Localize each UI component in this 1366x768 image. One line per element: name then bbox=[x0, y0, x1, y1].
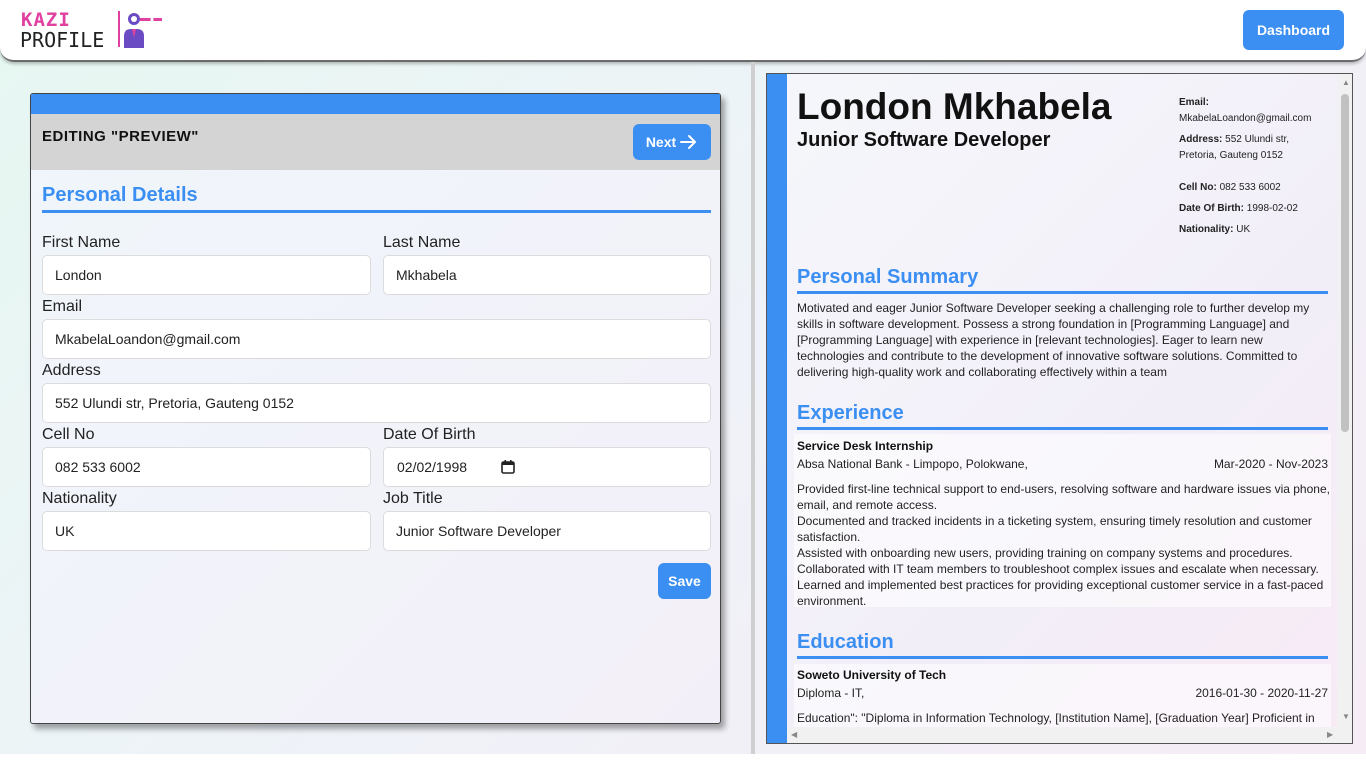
preview-dob-value: 1998-02-02 bbox=[1246, 203, 1298, 214]
arrow-right-icon bbox=[680, 135, 697, 149]
preview-nationality-value: UK bbox=[1236, 224, 1251, 235]
education-description: Education": "Diploma in Information Tech… bbox=[797, 711, 1315, 725]
scroll-up-icon[interactable]: ▲ bbox=[1342, 78, 1350, 87]
last-name-label: Last Name bbox=[383, 234, 461, 251]
address-label: Address bbox=[42, 362, 101, 379]
education-qualification: Diploma - IT, bbox=[797, 686, 865, 700]
experience-bullet: Collaborated with IT team members to tro… bbox=[797, 562, 1319, 576]
experience-bullet: Documented and tracked incidents in a ti… bbox=[797, 514, 1312, 544]
horizontal-scrollbar[interactable] bbox=[787, 727, 1337, 743]
address-input[interactable] bbox=[42, 383, 711, 423]
job-title-input[interactable] bbox=[383, 511, 711, 551]
preview-email-label: Email: bbox=[1179, 97, 1210, 108]
experience-bullet: Learned and implemented best practices f… bbox=[797, 578, 1324, 608]
experience-dates: Mar-2020 - Nov-2023 bbox=[1213, 457, 1328, 471]
education-school: Soweto University of Tech bbox=[797, 668, 947, 682]
education-heading: Education bbox=[797, 631, 1328, 659]
experience-role: Service Desk Internship bbox=[797, 439, 934, 453]
dob-label: Date Of Birth bbox=[383, 426, 476, 443]
next-button[interactable]: Next bbox=[633, 124, 711, 160]
logo-text-bottom: PROFILE bbox=[20, 28, 105, 52]
editor-panel: EDITING "PREVIEW" Next Personal Details … bbox=[30, 93, 721, 724]
last-name-input[interactable] bbox=[383, 255, 711, 295]
experience-bullet: Assisted with onboarding new users, prov… bbox=[797, 546, 1293, 560]
education-dates: 2016-01-30 - 2020-11-27 bbox=[1195, 686, 1328, 700]
first-name-input[interactable] bbox=[42, 255, 371, 295]
nationality-input[interactable] bbox=[42, 511, 371, 551]
scroll-right-icon[interactable]: ▶ bbox=[1327, 730, 1333, 739]
person-search-icon bbox=[124, 13, 162, 48]
editor-header: EDITING "PREVIEW" Next bbox=[31, 114, 720, 170]
preview-cell: Cell No: 082 533 6002 bbox=[1179, 180, 1281, 196]
experience-bullets: Provided first-line technical support to… bbox=[797, 481, 1332, 609]
dob-input[interactable]: 02/02/1998 bbox=[383, 447, 711, 487]
preview-accent-bar bbox=[767, 74, 787, 743]
pane-divider[interactable] bbox=[751, 62, 755, 754]
preview-email: Email: MkabelaLoandon@gmail.com bbox=[1179, 95, 1311, 127]
experience-company: Absa National Bank - Limpopo, Polokwane, bbox=[797, 457, 1028, 471]
preview-address-label: Address: bbox=[1179, 134, 1223, 145]
preview-dob-label: Date Of Birth: bbox=[1179, 203, 1244, 214]
editor-title: EDITING "PREVIEW" bbox=[42, 128, 199, 145]
bottom-strip bbox=[0, 754, 1366, 768]
experience-heading: Experience bbox=[797, 402, 1328, 430]
calendar-icon[interactable] bbox=[501, 460, 515, 474]
email-label: Email bbox=[42, 298, 83, 315]
summary-text: Motivated and eager Junior Software Deve… bbox=[797, 301, 1310, 379]
kazi-profile-logo[interactable]: KAZI PROFILE bbox=[20, 8, 170, 52]
preview-address-line1: 552 Ulundi str, bbox=[1225, 134, 1290, 145]
preview-dob: Date Of Birth: 1998-02-02 bbox=[1179, 201, 1298, 217]
experience-bullet: Provided first-line technical support to… bbox=[797, 482, 1330, 512]
preview-address: Address: 552 Ulundi str, Pretoria, Gaute… bbox=[1179, 132, 1289, 164]
education-row: Diploma - IT, 2016-01-30 - 2020-11-27 bbox=[797, 686, 1328, 700]
preview-name: London Mkhabela bbox=[797, 86, 1112, 127]
first-name-label: First Name bbox=[42, 234, 121, 251]
dob-value: 02/02/1998 bbox=[397, 459, 468, 475]
logo-divider bbox=[118, 11, 120, 47]
scroll-left-icon[interactable]: ◀ bbox=[791, 730, 797, 739]
preview-nationality: Nationality: UK bbox=[1179, 222, 1250, 238]
nationality-label: Nationality bbox=[42, 490, 117, 507]
preview-nationality-label: Nationality: bbox=[1179, 224, 1234, 235]
next-button-label: Next bbox=[645, 134, 677, 150]
save-button[interactable]: Save bbox=[658, 563, 711, 599]
preview-job-title: Junior Software Developer bbox=[797, 129, 1051, 151]
vertical-scroll-thumb[interactable] bbox=[1341, 94, 1349, 432]
cell-no-input[interactable] bbox=[42, 447, 371, 487]
preview-cell-label: Cell No: bbox=[1179, 182, 1217, 193]
top-navbar: KAZI PROFILE Dashboard bbox=[0, 0, 1366, 62]
editor-accent-bar bbox=[31, 94, 720, 114]
job-title-label: Job Title bbox=[383, 490, 443, 507]
dashboard-button[interactable]: Dashboard bbox=[1243, 10, 1344, 50]
preview-email-value: MkabelaLoandon@gmail.com bbox=[1179, 113, 1312, 124]
summary-heading: Personal Summary bbox=[797, 266, 1328, 294]
scroll-down-icon[interactable]: ▼ bbox=[1342, 712, 1350, 721]
resume-preview: London Mkhabela Junior Software Develope… bbox=[766, 73, 1353, 744]
preview-address-line2: Pretoria, Gauteng 0152 bbox=[1179, 150, 1283, 161]
cell-no-label: Cell No bbox=[42, 426, 95, 443]
personal-details-heading: Personal Details bbox=[42, 184, 711, 213]
email-input[interactable] bbox=[42, 319, 711, 359]
experience-company-row: Absa National Bank - Limpopo, Polokwane,… bbox=[797, 457, 1328, 471]
preview-cell-value: 082 533 6002 bbox=[1219, 182, 1281, 193]
